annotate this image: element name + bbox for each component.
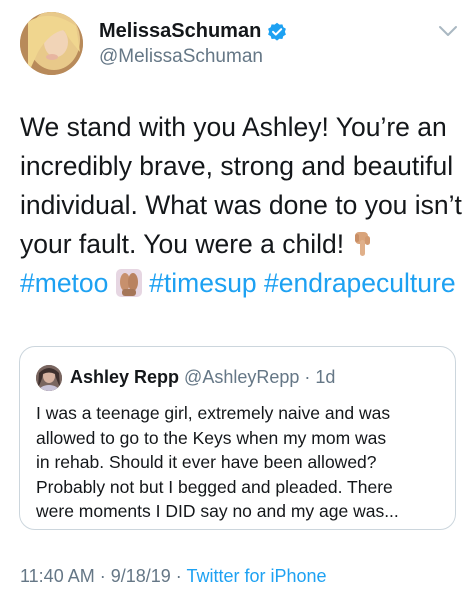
- quoted-line: in rehab. Should it ever have been allow…: [36, 452, 377, 472]
- quoted-line: were moments I DID say no and my age was…: [36, 501, 399, 521]
- display-name-text[interactable]: MelissaSchuman: [99, 20, 261, 43]
- tweet-line: incredibly brave, strong and beautiful: [20, 151, 454, 181]
- display-name[interactable]: MelissaSchuman: [99, 20, 287, 43]
- tweet-text: We stand with you Ashley! You’re an incr…: [20, 108, 462, 303]
- chevron-down-icon[interactable]: [438, 24, 458, 38]
- hashtag-metoo[interactable]: #metoo: [20, 268, 108, 298]
- quoted-line: I was a teenage girl, extremely naive an…: [36, 403, 391, 423]
- tweet-line: We stand with you Ashley! You’re an: [20, 112, 447, 142]
- verified-badge-icon: [267, 22, 287, 42]
- quoted-tweet-card[interactable]: Ashley Repp @AshleyRepp · 1d I was a tee…: [19, 346, 456, 530]
- quoted-avatar[interactable]: [36, 365, 62, 391]
- avatar[interactable]: [20, 12, 83, 75]
- tweet-line-with-emoji: your fault. You were a child!: [20, 225, 460, 264]
- timestamp[interactable]: 11:40 AM · 9/18/19 ·: [20, 566, 182, 586]
- tweet-footer: 11:40 AM · 9/18/19 · Twitter for iPhone: [20, 566, 327, 587]
- quoted-handle-time: @AshleyRepp · 1d: [184, 367, 336, 387]
- source-link[interactable]: Twitter for iPhone: [186, 566, 326, 586]
- raising-hands-emoji-icon: [115, 269, 142, 297]
- quoted-line: Probably not but I begged and pleaded. T…: [36, 476, 393, 497]
- tweet-line: individual. What was done to you isn’t: [20, 190, 462, 220]
- hashtag-timesup[interactable]: #timesup: [149, 268, 257, 298]
- hashtag-endrapeculture[interactable]: #endrapeculture: [264, 268, 456, 298]
- quoted-display-name[interactable]: Ashley Repp: [70, 367, 179, 387]
- quoted-text: I was a teenage girl, extremely naive an…: [36, 401, 446, 524]
- pointing-down-emoji-icon: [351, 230, 377, 258]
- quoted-line: allowed to go to the Keys when my mom wa…: [36, 427, 387, 448]
- handle[interactable]: @MelissaSchuman: [99, 46, 263, 68]
- quoted-header: Ashley Repp @AshleyRepp · 1d: [70, 367, 335, 388]
- tweet-line: your fault. You were a child!: [20, 229, 345, 259]
- hashtag-line: #metoo #timesup #endrapeculture: [20, 264, 460, 303]
